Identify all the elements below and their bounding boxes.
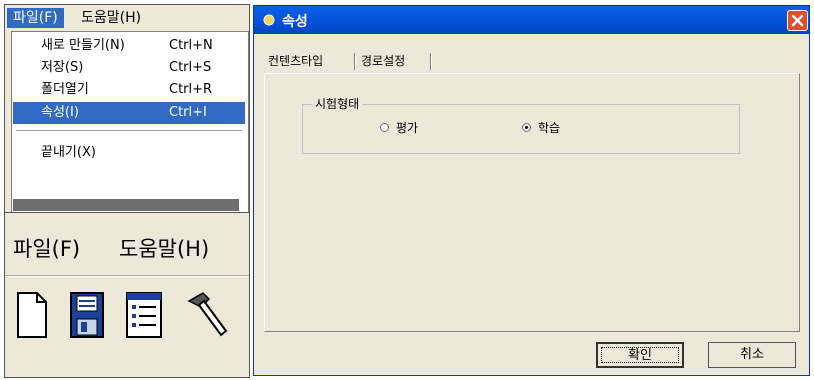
toolbar-divider (5, 275, 249, 277)
menu-help-large[interactable]: 도움말(H) (119, 233, 209, 263)
app-icon (263, 14, 275, 26)
tab-separator (430, 53, 432, 70)
menu-item-label: 새로 만들기(N) (41, 38, 125, 53)
dialog-titlebar[interactable]: 속성 (254, 6, 809, 34)
test-type-group (302, 104, 740, 154)
menu-item-exit[interactable]: 끝내기(X) (13, 142, 245, 164)
radio-unselected-icon (380, 123, 389, 132)
file-dropdown: 새로 만들기(N) Ctrl+N 저장(S) Ctrl+S 폴더열기 Ctrl+… (11, 31, 249, 213)
close-icon (791, 14, 804, 27)
cancel-button[interactable]: 취소 (708, 342, 796, 368)
menu-item-label: 속성(I) (41, 105, 79, 120)
menu-item-shortcut: Ctrl+S (169, 60, 212, 75)
tools-hammer-icon[interactable] (185, 291, 229, 339)
tab-content-type[interactable]: 컨텐츠타입 (268, 51, 323, 71)
tab-path-settings[interactable]: 경로설정 (361, 51, 405, 71)
dropdown-shadow (13, 199, 239, 211)
menu-item-new[interactable]: 새로 만들기(N) Ctrl+N (13, 35, 245, 57)
radio-label: 평가 (396, 121, 419, 135)
menu-item-open-folder[interactable]: 폴더열기 Ctrl+R (13, 79, 245, 101)
save-disk-icon[interactable] (69, 291, 105, 339)
menu-file[interactable]: 파일(F) (7, 8, 64, 28)
menu-item-shortcut: Ctrl+N (169, 38, 213, 53)
toolbar-zoom-panel: 파일(F) 도움말(H) (4, 212, 250, 378)
group-label: 시험형태 (312, 95, 363, 112)
menu-item-shortcut: Ctrl+R (169, 82, 213, 97)
menu-item-shortcut: Ctrl+I (169, 105, 207, 120)
radio-selected-icon (522, 123, 531, 132)
focus-rect (601, 347, 679, 363)
menu-file-large[interactable]: 파일(F) (13, 233, 80, 263)
cancel-label: 취소 (740, 347, 764, 362)
close-button[interactable] (787, 10, 808, 31)
menu-item-label: 저장(S) (41, 60, 84, 75)
file-menu-panel: 파일(F) 도움말(H) 새로 만들기(N) Ctrl+N 저장(S) Ctrl… (4, 4, 250, 214)
properties-list-icon[interactable] (125, 291, 163, 339)
ok-button[interactable]: 확인 (596, 342, 684, 368)
menu-item-save[interactable]: 저장(S) Ctrl+S (13, 57, 245, 79)
properties-dialog: 속성 컨텐츠타입 경로설정 시험형태 평가 학습 확인 취소 (253, 5, 810, 376)
menu-item-properties[interactable]: 속성(I) Ctrl+I (13, 102, 245, 124)
new-document-icon[interactable] (15, 291, 49, 339)
radio-label: 학습 (538, 121, 561, 135)
tab-separator (354, 53, 356, 70)
menu-help[interactable]: 도움말(H) (75, 8, 147, 28)
dialog-title: 속성 (282, 14, 308, 30)
menubar: 파일(F) 도움말(H) (5, 5, 249, 31)
menu-separator (16, 130, 242, 132)
menu-item-label: 끝내기(X) (41, 145, 96, 160)
menu-item-label: 폴더열기 (41, 82, 89, 97)
